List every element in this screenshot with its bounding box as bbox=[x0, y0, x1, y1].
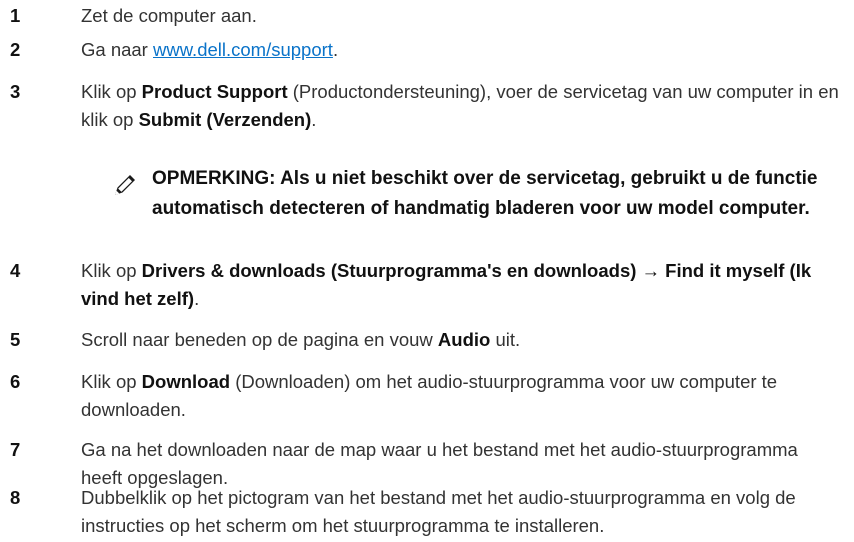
step-text-content: Dubbelklik op het pictogram van het best… bbox=[81, 487, 796, 536]
step-text-part: Scroll naar beneden op de pagina en vouw bbox=[81, 329, 438, 350]
step-number: 1 bbox=[10, 5, 21, 26]
submit-label: Submit (Verzenden) bbox=[138, 109, 312, 130]
step-text: Klik op Product Support (Productonderste… bbox=[81, 78, 841, 134]
product-support-label: Product Support bbox=[141, 81, 288, 102]
step-text-content: Ga na het downloaden naar de map waar u … bbox=[81, 439, 798, 488]
step-text-prefix: Ga naar bbox=[81, 39, 153, 60]
drivers-downloads-label: Drivers & downloads (Stuurprogramma's en… bbox=[81, 260, 812, 309]
step-text-part: Klik op bbox=[81, 260, 142, 281]
step-number: 3 bbox=[10, 81, 21, 102]
step-text: Klik op Drivers & downloads (Stuurprogra… bbox=[81, 257, 841, 313]
note-text: OPMERKING: Als u niet beschikt over de s… bbox=[152, 168, 818, 219]
step-text: Ga naar www.dell.com/support. bbox=[81, 36, 841, 64]
step-text-part: . bbox=[311, 109, 317, 130]
step-number: 4 bbox=[10, 260, 21, 281]
step-text: Klik op Download (Downloaden) om het aud… bbox=[81, 368, 841, 424]
step-text-part: Klik op bbox=[81, 371, 142, 392]
download-label: Download bbox=[141, 371, 231, 392]
dell-support-link[interactable]: www.dell.com/support bbox=[153, 39, 333, 60]
step-text-suffix: . bbox=[332, 39, 339, 60]
step-number: 8 bbox=[10, 487, 21, 508]
note-pencil-icon bbox=[115, 175, 135, 195]
step-number: 7 bbox=[10, 439, 21, 460]
step-text-part: . bbox=[194, 288, 200, 309]
step-number: 5 bbox=[10, 329, 21, 350]
audio-label: Audio bbox=[437, 329, 491, 350]
step-text-part: Klik op bbox=[81, 81, 142, 102]
step-text: Dubbelklik op het pictogram van het best… bbox=[81, 484, 841, 540]
step-text-content: Zet de computer aan. bbox=[81, 5, 257, 26]
step-text: Scroll naar beneden op de pagina en vouw… bbox=[81, 326, 841, 354]
step-text: Zet de computer aan. bbox=[81, 2, 841, 30]
step-number: 6 bbox=[10, 371, 21, 392]
step-text-part: uit. bbox=[490, 329, 521, 350]
step-number: 2 bbox=[10, 39, 21, 60]
